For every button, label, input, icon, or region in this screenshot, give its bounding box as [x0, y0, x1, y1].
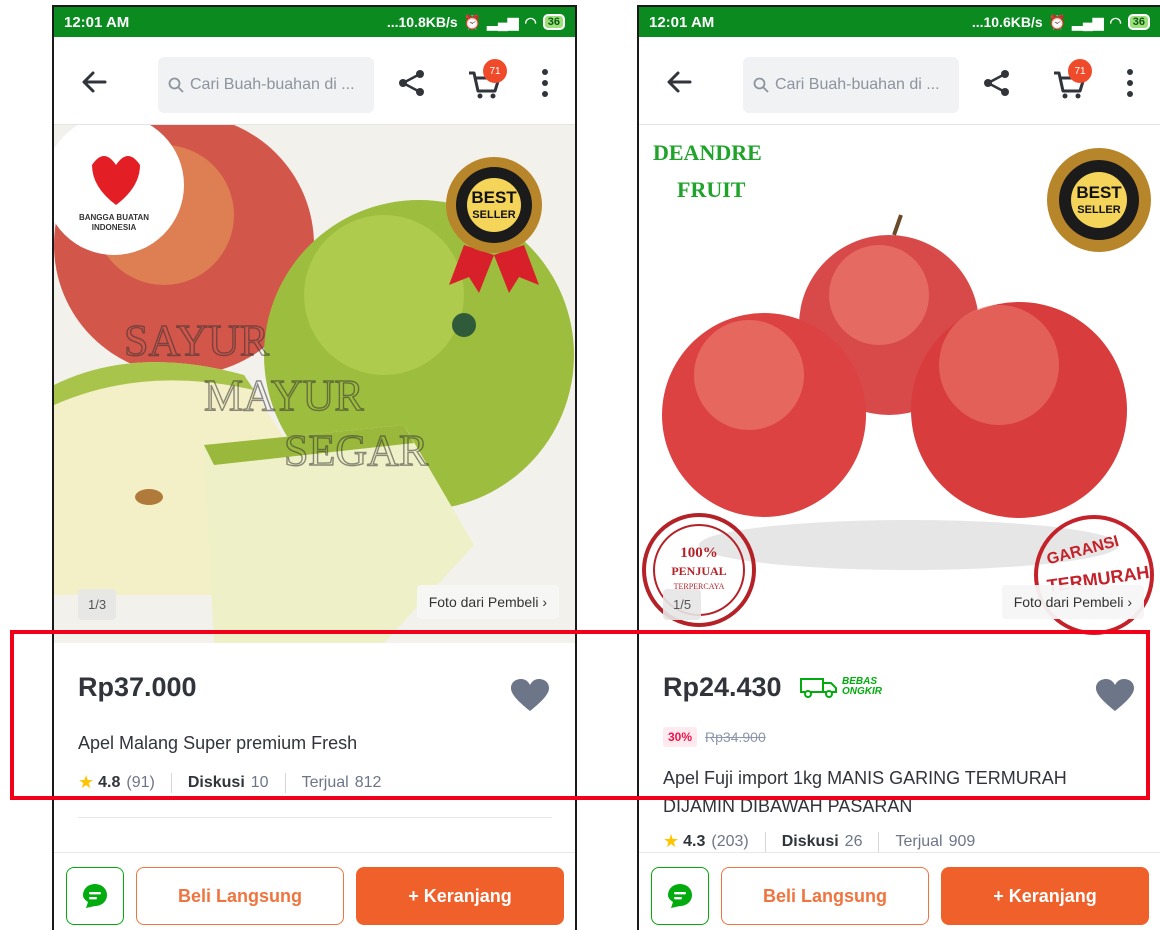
search-placeholder: Cari Buah-buahan di ...: [190, 76, 355, 93]
signal-icon: ▂▄▆: [1072, 13, 1104, 30]
image-counter: 1/5: [663, 589, 702, 620]
buyer-photo-link[interactable]: Foto dari Pembeli ›: [1001, 585, 1144, 619]
search-input[interactable]: Cari Buah-buahan di ...: [743, 57, 959, 113]
battery-icon: 36: [1127, 14, 1150, 30]
battery-icon: 36: [542, 14, 565, 30]
add-to-cart-button[interactable]: + Keranjang: [941, 867, 1149, 925]
share-icon[interactable]: [983, 69, 1011, 97]
status-time: 12:01 AM: [649, 13, 715, 31]
rating-count: (203): [711, 832, 749, 850]
brand-text-1: DEANDRE: [653, 140, 762, 165]
star-icon: ★: [663, 831, 680, 851]
chat-icon: [668, 884, 692, 908]
status-time: 12:01 AM: [64, 13, 130, 31]
svg-text:SELLER: SELLER: [1077, 204, 1120, 216]
network-speed: ...10.6KB/s: [971, 14, 1043, 30]
back-arrow-icon[interactable]: [79, 67, 109, 97]
bottom-action-bar: Beli Langsung + Keranjang: [639, 852, 1160, 930]
more-options-icon[interactable]: [1125, 67, 1135, 99]
terjual-count: 909: [948, 832, 976, 850]
search-placeholder: Cari Buah-buahan di ...: [775, 76, 940, 93]
search-icon: [168, 77, 184, 93]
chat-button[interactable]: [651, 867, 709, 925]
divider: [878, 831, 880, 852]
top-navigation: Cari Buah-buahan di ... 71: [54, 37, 575, 125]
alarm-icon: ⏰: [463, 13, 482, 30]
divider: [764, 831, 766, 852]
signal-icon: ▂▄▆: [487, 13, 519, 30]
status-bar: 12:01 AM ...10.6KB/s ⏰ ▂▄▆ ◠ 36: [639, 7, 1160, 37]
wifi-icon: ◠: [524, 13, 537, 30]
share-icon[interactable]: [398, 69, 426, 97]
svg-text:SEGAR: SEGAR: [284, 426, 429, 475]
more-options-icon[interactable]: [540, 67, 550, 99]
cart-count-badge: 71: [483, 59, 507, 83]
svg-text:BEST: BEST: [471, 188, 517, 207]
status-indicators: ...10.8KB/s ⏰ ▂▄▆ ◠ 36: [387, 14, 565, 31]
buyer-photo-label: Foto dari Pembeli: [1013, 594, 1124, 610]
product-image[interactable]: DEANDRE FRUIT BEST SELLER 100% PENJUAL T…: [639, 125, 1160, 643]
status-bar: 12:01 AM ...10.8KB/s ⏰ ▂▄▆ ◠ 36: [54, 7, 575, 37]
diskusi-label[interactable]: Diskusi: [782, 833, 839, 851]
bottom-action-bar: Beli Langsung + Keranjang: [54, 852, 575, 930]
buy-now-button[interactable]: Beli Langsung: [721, 867, 929, 925]
back-arrow-icon[interactable]: [664, 67, 694, 97]
buy-now-button[interactable]: Beli Langsung: [136, 867, 344, 925]
search-input[interactable]: Cari Buah-buahan di ...: [158, 57, 374, 113]
svg-text:100%: 100%: [680, 545, 718, 561]
wifi-icon: ◠: [1109, 13, 1122, 30]
logo-text-2: INDONESIA: [92, 223, 137, 232]
svg-text:SAYUR: SAYUR: [124, 316, 270, 365]
section-divider: [78, 817, 552, 818]
add-to-cart-button[interactable]: + Keranjang: [356, 867, 564, 925]
svg-text:BEST: BEST: [1076, 183, 1122, 202]
svg-text:MAYUR: MAYUR: [204, 371, 364, 420]
chat-button[interactable]: [66, 867, 124, 925]
diskusi-count: 26: [844, 832, 863, 850]
network-speed: ...10.8KB/s: [386, 14, 458, 30]
product-stats: ★ 4.3 (203) Diskusi 26 Terjual 909: [663, 831, 975, 852]
svg-text:SELLER: SELLER: [472, 209, 515, 221]
product-image[interactable]: BANGGA BUATAN INDONESIA BEST SELLER SAYU…: [54, 125, 575, 643]
svg-text:PENJUAL: PENJUAL: [671, 564, 726, 578]
cart-count-badge: 71: [1068, 59, 1092, 83]
best-seller-badge: BEST SELLER: [1047, 148, 1151, 252]
search-icon: [753, 77, 769, 93]
logo-text-1: BANGGA BUATAN: [79, 213, 149, 222]
buyer-photo-label: Foto dari Pembeli: [428, 594, 539, 610]
status-indicators: ...10.6KB/s ⏰ ▂▄▆ ◠ 36: [972, 14, 1150, 31]
terjual-label: Terjual: [895, 832, 943, 850]
chat-icon: [83, 884, 107, 908]
buyer-photo-link[interactable]: Foto dari Pembeli ›: [416, 585, 559, 619]
highlight-box: [10, 630, 1150, 800]
top-navigation: Cari Buah-buahan di ... 71: [639, 37, 1160, 125]
rating-value: 4.3: [683, 832, 706, 850]
alarm-icon: ⏰: [1048, 13, 1067, 30]
image-counter: 1/3: [78, 589, 117, 620]
brand-text-2: FRUIT: [677, 177, 746, 202]
